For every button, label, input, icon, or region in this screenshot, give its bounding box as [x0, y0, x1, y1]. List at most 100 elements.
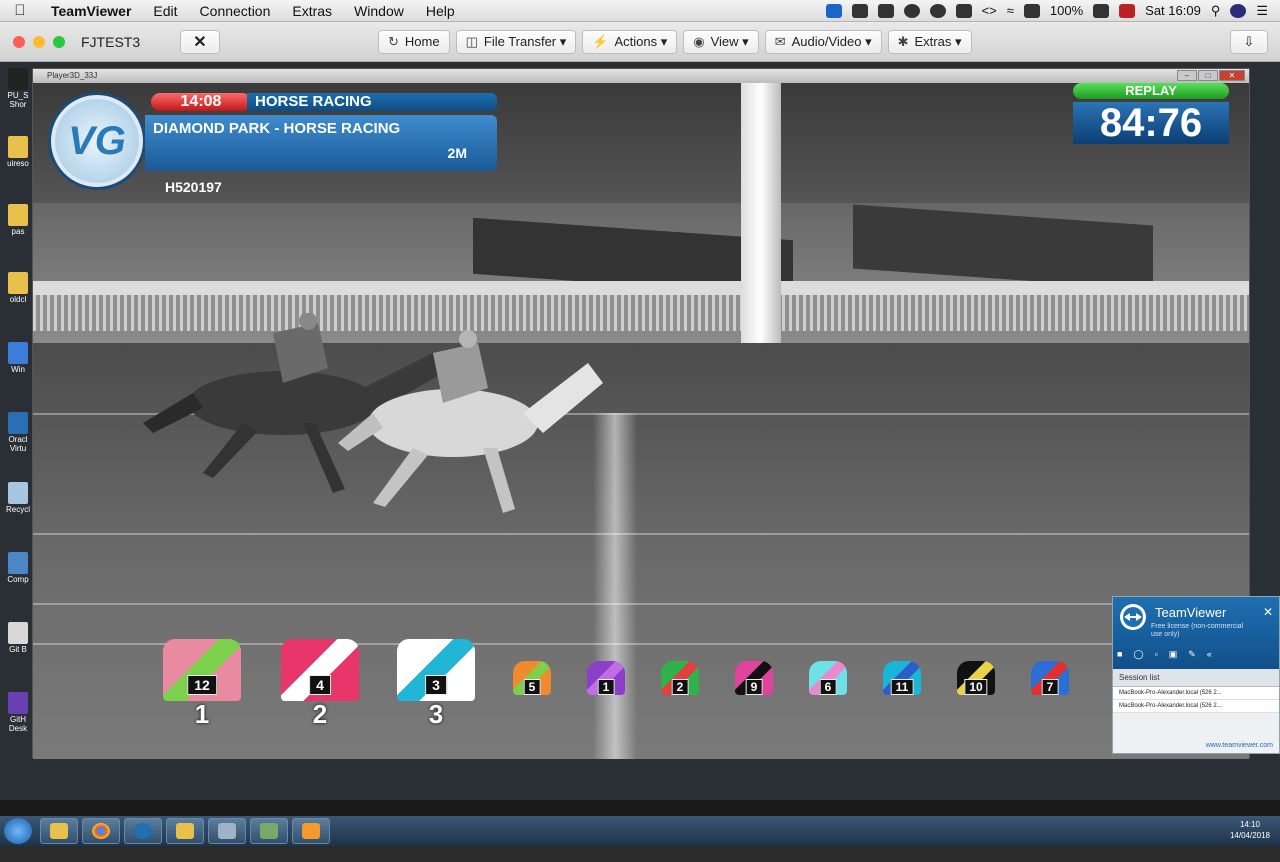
- video-icon[interactable]: ■: [1117, 649, 1122, 660]
- player-titlebar[interactable]: Player3D_33J – □ ✕: [33, 69, 1249, 83]
- computer-icon: [8, 552, 28, 574]
- desktop-icon-label: PU_S Shor: [7, 91, 29, 109]
- desktop-icon-recycle[interactable]: Recycl: [4, 482, 32, 514]
- desktop-icon-column: PU_S Shor uireso pas oldcl Win Oracl Vir…: [0, 62, 32, 752]
- dropbox-icon[interactable]: [877, 3, 894, 18]
- replay-panel: REPLAY 84:76: [1073, 83, 1229, 149]
- race-id: H520197: [165, 179, 222, 195]
- home-button[interactable]: ↻ Home: [378, 29, 450, 54]
- download-button[interactable]: ⇩: [1230, 29, 1268, 54]
- silk-number: 2: [671, 679, 689, 695]
- desktop-icon-label: Comp: [7, 575, 29, 584]
- session-tab-title[interactable]: FJTEST3: [81, 34, 181, 50]
- track-line: [33, 533, 1249, 535]
- view-label: View ▾: [710, 33, 749, 49]
- teamviewer-panel[interactable]: TeamViewer Free license (non-commercial …: [1112, 596, 1280, 754]
- files-icon[interactable]: ▣: [1169, 649, 1178, 660]
- minimize-icon[interactable]: –: [1177, 70, 1197, 81]
- menu-window[interactable]: Window: [343, 3, 415, 19]
- taskbar-clock[interactable]: 14:10 14/04/2018: [1230, 819, 1270, 841]
- jockey-silk: 11: [883, 661, 921, 695]
- menu-extras[interactable]: Extras: [281, 3, 343, 19]
- chat-icon[interactable]: ▫: [1155, 649, 1158, 660]
- taskbar-app[interactable]: [250, 818, 288, 844]
- code-icon[interactable]: <>: [982, 3, 997, 18]
- desktop-icon-pu[interactable]: PU_S Shor: [4, 68, 32, 109]
- windows-icon: [8, 342, 28, 364]
- race-video[interactable]: VG 14:08 HORSE RACING DIAMOND PARK - HOR…: [33, 83, 1249, 759]
- app-icon: [176, 823, 194, 839]
- extras-button[interactable]: ✱ Extras ▾: [887, 29, 972, 54]
- maximize-icon[interactable]: □: [1198, 70, 1218, 81]
- eye-icon: ◉: [693, 33, 705, 49]
- menubar-clock[interactable]: Sat 16:09: [1145, 3, 1201, 18]
- close-icon[interactable]: ✕: [1219, 70, 1245, 81]
- finishing-place: 3: [428, 699, 444, 729]
- close-icon[interactable]: ✕: [1263, 605, 1273, 619]
- folder-icon: [8, 204, 28, 226]
- close-window-button[interactable]: [13, 35, 25, 48]
- taskbar-app[interactable]: [208, 818, 246, 844]
- actions-button[interactable]: ⚡ Actions ▾: [582, 29, 678, 54]
- minimize-window-button[interactable]: [33, 35, 45, 48]
- notification-center-icon[interactable]: ☰: [1256, 3, 1268, 19]
- close-session-button[interactable]: ✕: [180, 29, 220, 54]
- desktop-icon-uireso[interactable]: uireso: [4, 136, 32, 168]
- taskbar-sublime[interactable]: [292, 818, 330, 844]
- taskbar-app[interactable]: [166, 818, 204, 844]
- headset-icon[interactable]: ◯: [1133, 649, 1143, 660]
- memory-icon[interactable]: [955, 3, 972, 18]
- windows-start-button[interactable]: [4, 818, 32, 844]
- session-list-header[interactable]: Session list: [1113, 669, 1279, 687]
- cloud-icon[interactable]: [929, 3, 946, 18]
- view-button[interactable]: ◉ View ▾: [683, 29, 759, 54]
- whiteboard-icon[interactable]: ✎: [1188, 649, 1196, 660]
- finishing-place: 1: [194, 699, 210, 729]
- airplay-icon[interactable]: [1023, 3, 1040, 18]
- desktop-icon-pas[interactable]: pas: [4, 204, 32, 236]
- zoom-window-button[interactable]: [53, 35, 65, 48]
- file-transfer-label: File Transfer ▾: [483, 33, 567, 49]
- desktop-icon-win[interactable]: Win: [4, 342, 32, 374]
- menu-app-name[interactable]: TeamViewer: [40, 3, 142, 19]
- taskbar-explorer[interactable]: [40, 818, 78, 844]
- check-icon[interactable]: [903, 3, 920, 18]
- desktop-icon-computer[interactable]: Comp: [4, 552, 32, 584]
- desktop-icon-oracle[interactable]: Oracl Virtu: [4, 412, 32, 453]
- teamviewer-link[interactable]: www.teamviewer.com: [1206, 742, 1273, 749]
- battery-icon[interactable]: [1093, 3, 1110, 18]
- session-row[interactable]: MacBook-Pro-Alexander.local (526 2...: [1113, 700, 1279, 713]
- taskbar-chrome[interactable]: [82, 818, 120, 844]
- remote-desktop[interactable]: PU_S Shor uireso pas oldcl Win Oracl Vir…: [0, 62, 1280, 862]
- desktop-icon-oldcl[interactable]: oldcl: [4, 272, 32, 304]
- file-icon: ◫: [465, 33, 478, 49]
- grey-horse: [338, 330, 603, 513]
- menu-help[interactable]: Help: [415, 3, 466, 19]
- docker-icon[interactable]: [851, 3, 868, 18]
- teamviewer-tray-icon[interactable]: [825, 3, 842, 18]
- teamviewer-brand: TeamViewer: [1155, 605, 1227, 620]
- track-rail: [33, 281, 1249, 295]
- taskbar-teamviewer[interactable]: [124, 818, 162, 844]
- menu-connection[interactable]: Connection: [189, 3, 282, 19]
- siri-icon[interactable]: [1230, 3, 1247, 18]
- race-distance: 2M: [447, 145, 467, 161]
- race-time: 14:08: [151, 93, 251, 111]
- player-window-title: Player3D_33J: [47, 71, 98, 80]
- folder-icon: [8, 136, 28, 158]
- file-transfer-button[interactable]: ◫ File Transfer ▾: [455, 29, 577, 54]
- desktop-icon-label: oldcl: [9, 295, 27, 304]
- spotlight-search-icon[interactable]: ⚲: [1211, 3, 1221, 19]
- player-window[interactable]: Player3D_33J – □ ✕ VG 14:08 HORSE RACING…: [32, 68, 1250, 759]
- session-row[interactable]: MacBook-Pro-Alexander.local (526 2...: [1113, 687, 1279, 700]
- menu-edit[interactable]: Edit: [142, 3, 188, 19]
- audio-video-button[interactable]: ✉ Audio/Video ▾: [764, 29, 882, 54]
- desktop-icon-github[interactable]: GitH Desk: [4, 692, 32, 733]
- us-flag-icon[interactable]: [1119, 3, 1136, 18]
- wifi-icon[interactable]: ≈: [1007, 3, 1014, 18]
- collapse-icon[interactable]: «: [1207, 649, 1212, 660]
- apple-icon[interactable]: : [0, 2, 40, 19]
- panel-actions: ■ ◯ ▫ ▣ ✎ «: [1117, 649, 1212, 660]
- shortcut-icon: [8, 68, 28, 90]
- desktop-icon-git-bash[interactable]: Git B: [4, 622, 32, 654]
